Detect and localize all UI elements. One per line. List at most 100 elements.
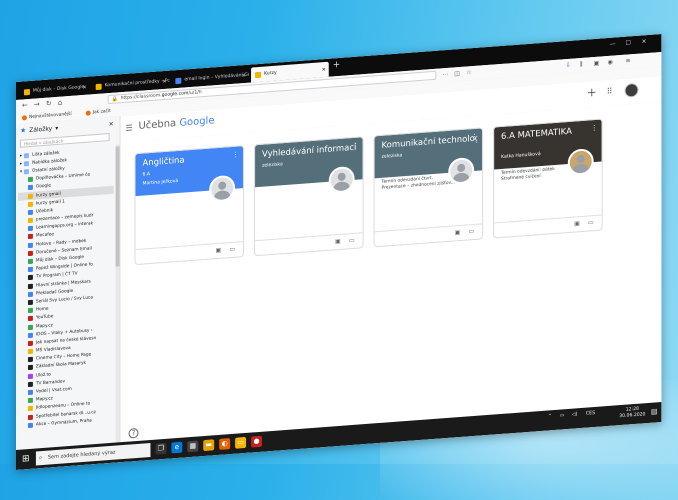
bookmark-label: Učebnik (35, 208, 54, 215)
language-indicator[interactable]: CES (586, 411, 595, 417)
more-vert-icon[interactable]: ⋮ (352, 142, 359, 151)
favicon-icon (27, 348, 33, 355)
folder-icon (24, 168, 30, 175)
tab-favicon-icon (95, 83, 102, 90)
tab-favicon-icon (175, 77, 182, 84)
edge-icon[interactable]: e (171, 441, 183, 454)
favicon-icon (27, 340, 33, 347)
library-icon[interactable]: ⫼ (580, 61, 583, 69)
assignment-icon[interactable]: ▣ (455, 229, 461, 236)
forward-icon[interactable]: → (34, 100, 40, 108)
download-icon[interactable]: ⇩ (566, 62, 571, 69)
reload-icon[interactable]: ↻ (46, 99, 52, 107)
help-icon[interactable]: ? (128, 427, 139, 439)
scrollbar-thumb[interactable] (115, 146, 120, 267)
favicon-icon (27, 250, 33, 256)
folder-icon[interactable]: ▭ (588, 219, 594, 226)
favicon-icon (27, 185, 33, 191)
new-tab-icon[interactable]: + (333, 60, 341, 71)
minimize-icon[interactable]: — (610, 40, 616, 47)
volume-icon[interactable]: ◁) (572, 412, 578, 417)
bookmark-label: Nejnavštěvovanější (28, 111, 72, 121)
close-icon[interactable]: ✕ (109, 120, 114, 127)
tray-chevron-icon[interactable]: ⌃ (548, 414, 552, 419)
bookmark-label: Jak začít (92, 108, 111, 116)
window-close-icon[interactable]: ✕ (641, 38, 646, 45)
app-icon[interactable]: ● (251, 435, 263, 448)
back-icon[interactable]: ← (22, 101, 28, 109)
chevron-down-icon[interactable]: ▾ (55, 124, 58, 131)
star-icon: ★ (19, 126, 27, 135)
windows-start-icon[interactable]: ⊞ (22, 454, 30, 465)
page-actions-icon[interactable]: ⋯ (442, 71, 448, 78)
favicon-icon (27, 242, 33, 248)
bookmark-tree: ▸ Lišta záložek ▸ Nabídka záložek ▾ Ostatní z… (17, 145, 114, 430)
firefox-icon[interactable]: ◐ (219, 438, 231, 450)
task-view-icon[interactable]: ❐ (155, 442, 167, 455)
favicon-icon (27, 291, 33, 297)
course-card[interactable]: Komunikační technologie zeleziska ⋮ Termín … (373, 127, 484, 248)
folder-icon[interactable]: ▭ (349, 237, 355, 244)
course-card-footer: ▣ ▭ (494, 214, 602, 238)
close-icon[interactable]: ✕ (242, 72, 246, 78)
bookmark-label: Google (35, 183, 52, 190)
assignment-icon[interactable]: ▣ (216, 247, 222, 254)
course-card[interactable]: Angličtina 6.A Martina Jeřková ⋮ ▣ ▭ (134, 145, 245, 266)
course-card-footer: ▣ ▭ (135, 241, 244, 265)
course-card-footer: ▣ ▭ (374, 223, 483, 247)
course-card[interactable]: 6.A MATEMATIKA Katka Hanušková ⋮ Termín ode… (493, 118, 603, 239)
favicon-icon (27, 406, 33, 412)
app-title[interactable]: Učebna Google (139, 115, 215, 132)
avatar[interactable] (624, 82, 639, 98)
chevron-right-icon[interactable]: ▸ (20, 161, 22, 166)
course-card[interactable]: Vyhledávání informací zeleziska ⋮ ▣ ▭ (254, 136, 364, 257)
app-title-brand: Google (179, 115, 215, 129)
tab-title: Můj disk – Disk Google (32, 84, 85, 94)
assignment-icon[interactable]: ▣ (574, 220, 580, 227)
bookmarks-sidebar: ★ Záložky ▾ ✕ Hledat v záložkách ▸ Lišta … (16, 116, 121, 470)
clock[interactable]: 12:28 30.06.2020 (619, 406, 645, 420)
bookmark-star-icon[interactable]: ☆ (466, 69, 471, 76)
store-icon[interactable]: ▦ (187, 440, 199, 453)
pocket-icon[interactable]: ◫ (454, 70, 460, 77)
bookmark-item[interactable]: Nejnavštěvovanější (21, 111, 72, 121)
assignment-icon[interactable]: ▣ (335, 238, 341, 245)
apps-grid-icon[interactable]: ⠿ (607, 87, 613, 96)
favicon-icon (27, 397, 33, 404)
more-vert-icon[interactable]: ⋮ (232, 150, 239, 159)
file-explorer-icon[interactable]: ▬ (203, 439, 215, 452)
folder-icon[interactable]: ▭ (469, 228, 475, 235)
taskbar-search-text: Sem zadejte hledaný výraz (47, 449, 116, 461)
chevron-down-icon[interactable]: ▾ (20, 170, 22, 175)
screen: Můj disk – Disk Google ✕ Komunikační pro… (16, 34, 662, 470)
maximize-icon[interactable]: ☐ (626, 39, 631, 46)
home-icon[interactable]: ⌂ (58, 99, 62, 107)
favicon-icon (27, 209, 33, 216)
favicon-icon (27, 307, 33, 314)
menu-icon[interactable]: ☰ (126, 123, 133, 133)
account-icon[interactable]: ◉ (608, 59, 613, 66)
url-domain: google.com (161, 91, 189, 99)
more-vert-icon[interactable]: ⋮ (591, 124, 598, 133)
menu-icon[interactable]: ≡ (626, 57, 631, 64)
sidebar-toggle-icon[interactable]: ▣ (594, 60, 600, 67)
sidebar-title[interactable]: Záložky (29, 125, 52, 134)
notifications-icon[interactable]: ▤ (651, 407, 658, 415)
close-icon[interactable]: ✕ (83, 84, 87, 90)
chevron-right-icon[interactable]: ▸ (20, 153, 22, 158)
favicon-icon (27, 258, 33, 265)
more-vert-icon[interactable]: ⋮ (471, 133, 478, 142)
add-class-icon[interactable]: + (587, 85, 597, 100)
tab-favicon-icon (23, 88, 30, 95)
network-icon[interactable]: ▭ (560, 413, 565, 418)
bookmark-item[interactable]: Jak začít (85, 108, 111, 116)
folder-icon[interactable]: ▭ (229, 246, 235, 253)
close-icon[interactable]: ✕ (162, 78, 166, 84)
close-icon[interactable]: ✕ (322, 66, 326, 72)
favicon-icon (27, 316, 33, 322)
favicon-icon (27, 217, 33, 224)
taskbar-search-input[interactable]: ⌕ Sem zadejte hledaný výraz (35, 443, 151, 466)
tab-title: Kurzy (264, 70, 277, 77)
folder-icon[interactable]: ▭ (235, 436, 247, 449)
favicon-icon (27, 283, 33, 289)
